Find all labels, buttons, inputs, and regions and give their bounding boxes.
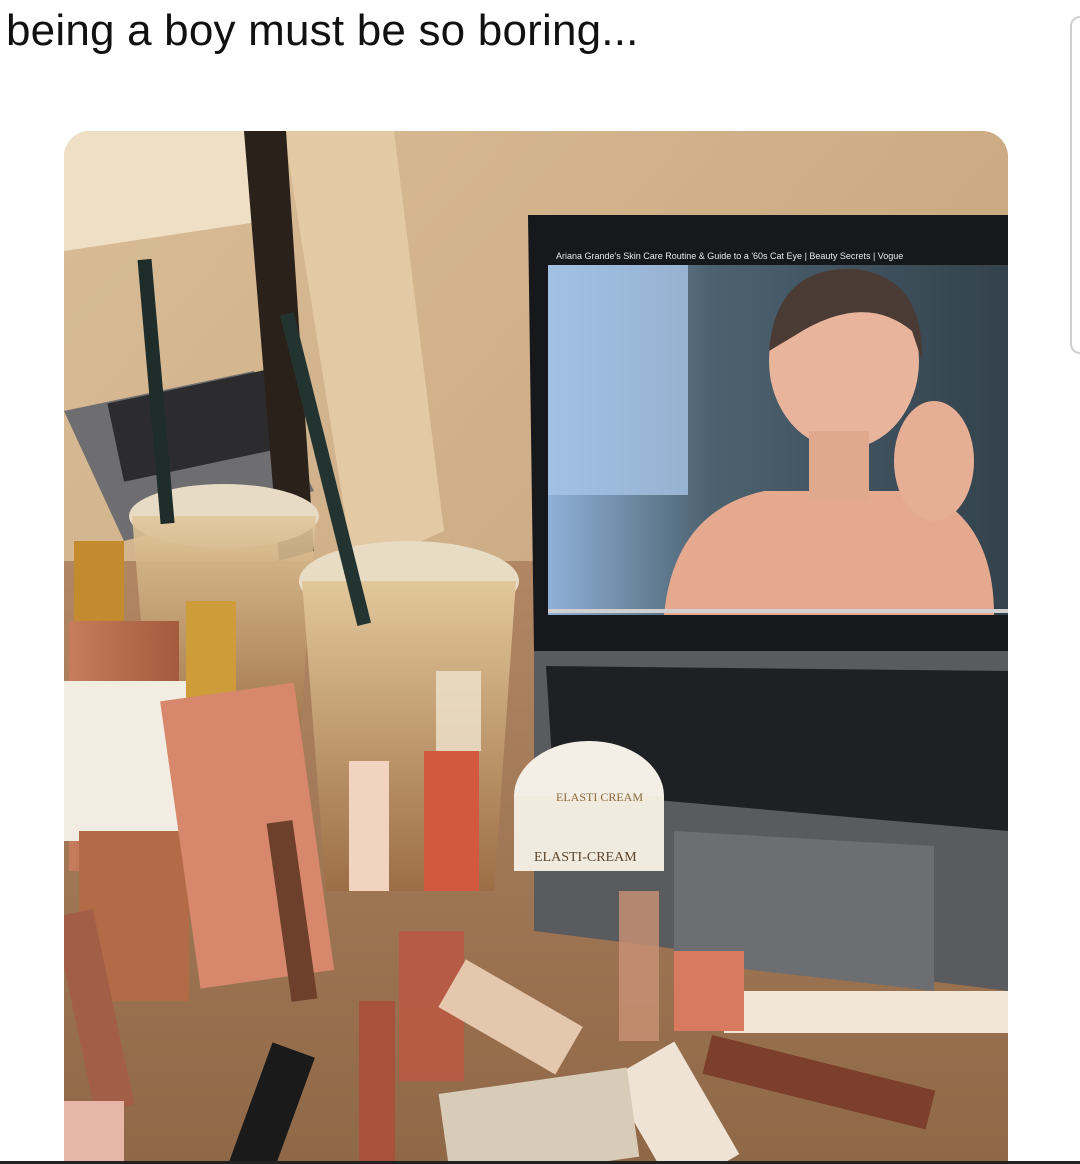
makeup-brush-head [674,951,744,1031]
person-neck [809,431,869,501]
laptop: Ariana Grande's Skin Care Routine & Guid… [528,215,1008,991]
cream-jar-label: ELASTI-CREAM [534,850,637,865]
bottle-gold-cap [74,541,124,631]
pink-tube [64,1101,124,1164]
red-tube [424,751,479,891]
video-title[interactable]: Ariana Grande's Skin Care Routine & Guid… [556,251,903,261]
cream-jar-lid-text: ELASTI CREAM [556,790,643,804]
video-window-light [548,265,688,495]
lotion-cap [186,601,236,701]
person-hand [894,401,974,521]
small-tube [349,761,389,891]
post-image[interactable]: Ariana Grande's Skin Care Routine & Guid… [64,131,1008,1164]
post-caption: being a boy must be so boring... [6,6,639,55]
side-panel-edge[interactable] [1070,16,1080,354]
perfume-bottle [619,891,659,1041]
makeup-brush-handle [724,991,1008,1033]
video-progress-bar[interactable] [548,609,1008,613]
red-lipstick [359,1001,395,1164]
